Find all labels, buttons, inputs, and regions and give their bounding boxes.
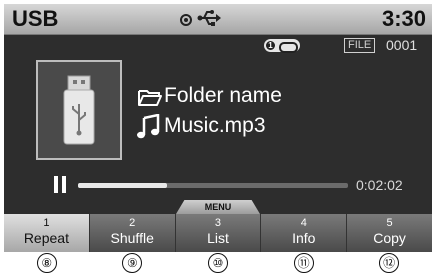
head-unit-screen: USB 3:30 1 FILE 0001 Folder name Music.m… bbox=[4, 4, 432, 252]
list-button[interactable]: 3 List bbox=[176, 214, 262, 252]
softkey-bar: 1 Repeat 2 Shuffle 3 List 4 Info 5 Copy bbox=[4, 214, 432, 252]
folder-name: Folder name bbox=[164, 84, 282, 107]
repeat-button[interactable]: 1 Repeat bbox=[4, 214, 90, 252]
usb-drive-album-art bbox=[36, 60, 122, 160]
file-tag: FILE bbox=[344, 38, 376, 53]
callout-row: ⑧ ⑨ ⑩ ⑪ ⑫ bbox=[4, 252, 432, 274]
disc-icon bbox=[180, 14, 192, 26]
callout-marker: ⑫ bbox=[379, 253, 400, 273]
copy-button[interactable]: 5 Copy bbox=[347, 214, 432, 252]
clock: 3:30 bbox=[381, 6, 426, 31]
track-name: Music.mp3 bbox=[164, 114, 266, 137]
callout-marker: ⑧ bbox=[36, 253, 57, 273]
source-label: USB bbox=[12, 6, 59, 31]
shuffle-button[interactable]: 2 Shuffle bbox=[90, 214, 176, 252]
music-note-icon bbox=[137, 114, 160, 139]
repeat-one-icon: 1 bbox=[264, 39, 300, 53]
info-button[interactable]: 4 Info bbox=[261, 214, 348, 252]
menu-tab[interactable]: MENU bbox=[176, 200, 260, 214]
callout-marker: ⑩ bbox=[207, 253, 228, 273]
progress-fill bbox=[78, 183, 168, 188]
file-number: 0001 bbox=[386, 37, 418, 53]
callout-marker: ⑨ bbox=[122, 253, 143, 273]
callout-marker: ⑪ bbox=[293, 253, 314, 273]
usb-icon bbox=[197, 10, 221, 26]
elapsed-time: 0:02:02 bbox=[356, 177, 403, 193]
folder-icon bbox=[138, 90, 162, 106]
progress-bar[interactable] bbox=[78, 183, 348, 188]
pause-icon[interactable] bbox=[54, 176, 68, 193]
usb-drive-icon bbox=[63, 75, 95, 145]
status-bar: USB 3:30 bbox=[4, 4, 432, 35]
